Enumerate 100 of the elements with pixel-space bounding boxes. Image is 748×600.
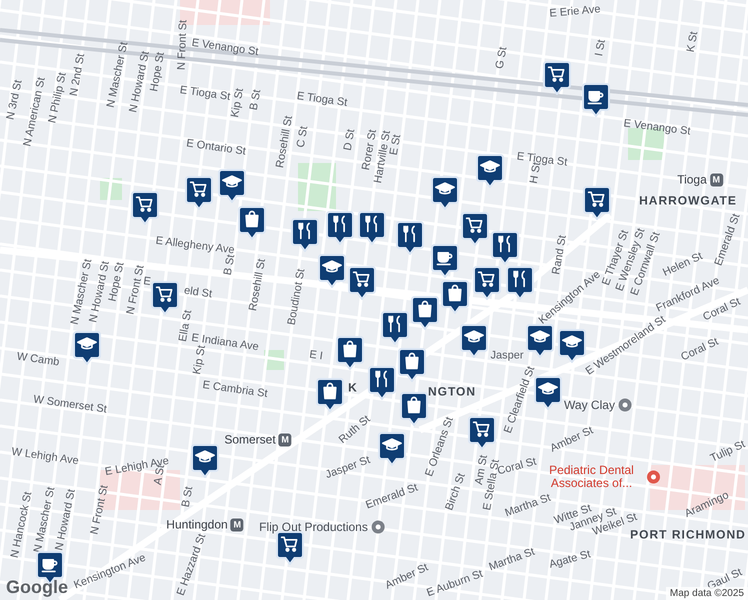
cart-icon [548,66,564,82]
cart-icon [478,272,494,287]
place-label[interactable]: Flip Out Productions [259,520,368,534]
attribution-text: Map data ©2025 [666,587,748,600]
street-label: W Somerset St [32,393,108,417]
cup-icon [436,252,452,266]
graduation-cap-icon [195,450,215,462]
place-pin-icon [618,398,632,412]
street-label: Coral St [701,296,743,324]
street-label: Jasper [490,350,524,362]
metro-icon: M [278,434,292,446]
street-label: B St [222,254,238,276]
graduation-cap-icon [562,335,582,348]
metro-icon: M [230,518,244,532]
street-label: E Cambria St [202,379,268,401]
street-label: Rosehill St [247,258,269,312]
cart-icon [136,196,152,212]
graduation-cap-icon [464,330,484,342]
fork-knife-icon [298,222,310,240]
street-label: K St [684,30,702,54]
area-label: HARROWGATE [639,194,737,208]
street-label: N Mascher St [104,41,130,109]
place-label[interactable]: Way Clay [564,398,615,412]
street-label: eld St [183,284,213,302]
fork-knife-icon [388,316,400,332]
street-label: Rand St [550,234,570,276]
cart-icon [156,286,172,302]
street-label: W Camb [16,350,60,370]
street-label: E I [308,348,324,364]
bag-icon [418,300,432,318]
place-label[interactable]: Pediatric Dental Associates of... [540,464,644,490]
street-label: Hope St [148,51,168,93]
street-label: Ruth St [336,413,374,447]
street-label: E Venango St [622,117,692,139]
street-label: E [142,275,152,289]
cup-icon [42,558,58,572]
station-label: Huntingdon [166,518,228,532]
bag-icon [405,352,419,370]
fork-knife-icon [333,216,345,232]
street-label: E Tioga St [178,84,232,103]
street-label: D St [342,128,358,152]
street-label: N Front St [176,20,190,70]
street-label: Boudinot St [286,268,308,326]
street-label: Coral St [679,336,721,364]
cart-icon [352,272,370,287]
bag-icon [245,210,259,228]
graduation-cap-icon [480,160,500,172]
graduation-cap-icon [77,337,97,350]
station-label: Somerset [224,434,276,446]
bag-icon [343,340,357,358]
street-label: N Hancock St [8,490,34,560]
fork-knife-icon [498,236,510,252]
fork-knife-icon [513,270,525,288]
street-label: B St [180,486,196,508]
station-label: Tioga [677,174,707,186]
area-label: PORT RICHMOND [630,528,746,542]
cup-icon [588,90,604,104]
street-label: Coral St [496,456,538,478]
street-label: Agate St [548,548,592,572]
street-label: Kip St [191,344,208,376]
street-label: I St [593,38,609,58]
graduation-cap-icon [222,175,242,188]
graduation-cap-icon [382,438,402,450]
area-label: NGTON [428,386,476,398]
graduation-cap-icon [530,330,550,342]
street-label: Jasper St [324,454,372,482]
area-label: K [348,382,358,394]
place-pin-icon [646,470,660,484]
street-label: N Philip St [46,72,70,124]
bag-icon [323,382,337,400]
graduation-cap-icon [538,382,558,394]
street-label: N Howard St [53,488,79,552]
street-label: G St [494,46,510,70]
metro-icon: M [710,174,723,186]
cart-icon [466,217,482,233]
street-label: Tulip St [708,438,748,466]
street-label: W Lehigh Ave [10,446,80,468]
street-label: B St [248,88,264,112]
street-label: Rosehill St [274,114,296,170]
bag-icon [448,284,462,302]
street-label: E Tioga St [296,90,348,110]
street-label: Martha St [503,492,553,520]
street-label: C St [294,125,312,149]
fork-knife-icon [365,216,377,232]
street-label: E St [388,134,404,156]
street-label: Martha St [487,546,537,574]
street-label: Kip St [229,87,247,119]
cart-icon [472,422,490,437]
fork-knife-icon [375,370,387,388]
bag-icon [407,396,421,414]
cart-icon [190,181,206,197]
street-label: Helen St [661,250,704,279]
graduation-cap-icon [322,260,342,272]
logo[interactable]: Google [6,577,68,598]
cart-icon [280,536,298,552]
cart-icon [588,191,604,207]
graduation-cap-icon [435,182,455,194]
street-label: N 2nd St [68,52,88,98]
fork-knife-icon [403,226,415,242]
street-label: E Venango St [190,36,260,60]
